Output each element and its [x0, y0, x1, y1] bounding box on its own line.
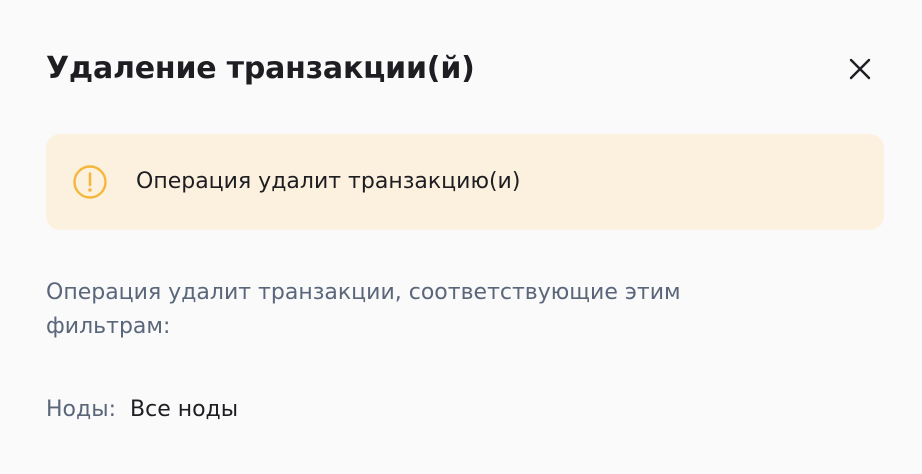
warning-circle-icon: [73, 165, 107, 199]
warning-text: Операция удалит транзакцию(и): [136, 169, 521, 194]
delete-transactions-dialog: Удаление транзакции(й) Операция удалит т…: [0, 0, 922, 474]
description-text: Операция удалит транзакции, соответствую…: [46, 280, 681, 339]
filter-value-nodes: Все ноды: [130, 397, 239, 422]
close-button[interactable]: [843, 52, 877, 86]
dialog-title: Удаление транзакции(й): [46, 51, 475, 86]
filter-label-nodes: Ноды:: [46, 397, 116, 422]
warning-banner: Операция удалит транзакцию(и): [46, 134, 884, 230]
filter-row-nodes: Ноды: Все ноды: [46, 395, 238, 425]
close-icon: [849, 58, 871, 80]
